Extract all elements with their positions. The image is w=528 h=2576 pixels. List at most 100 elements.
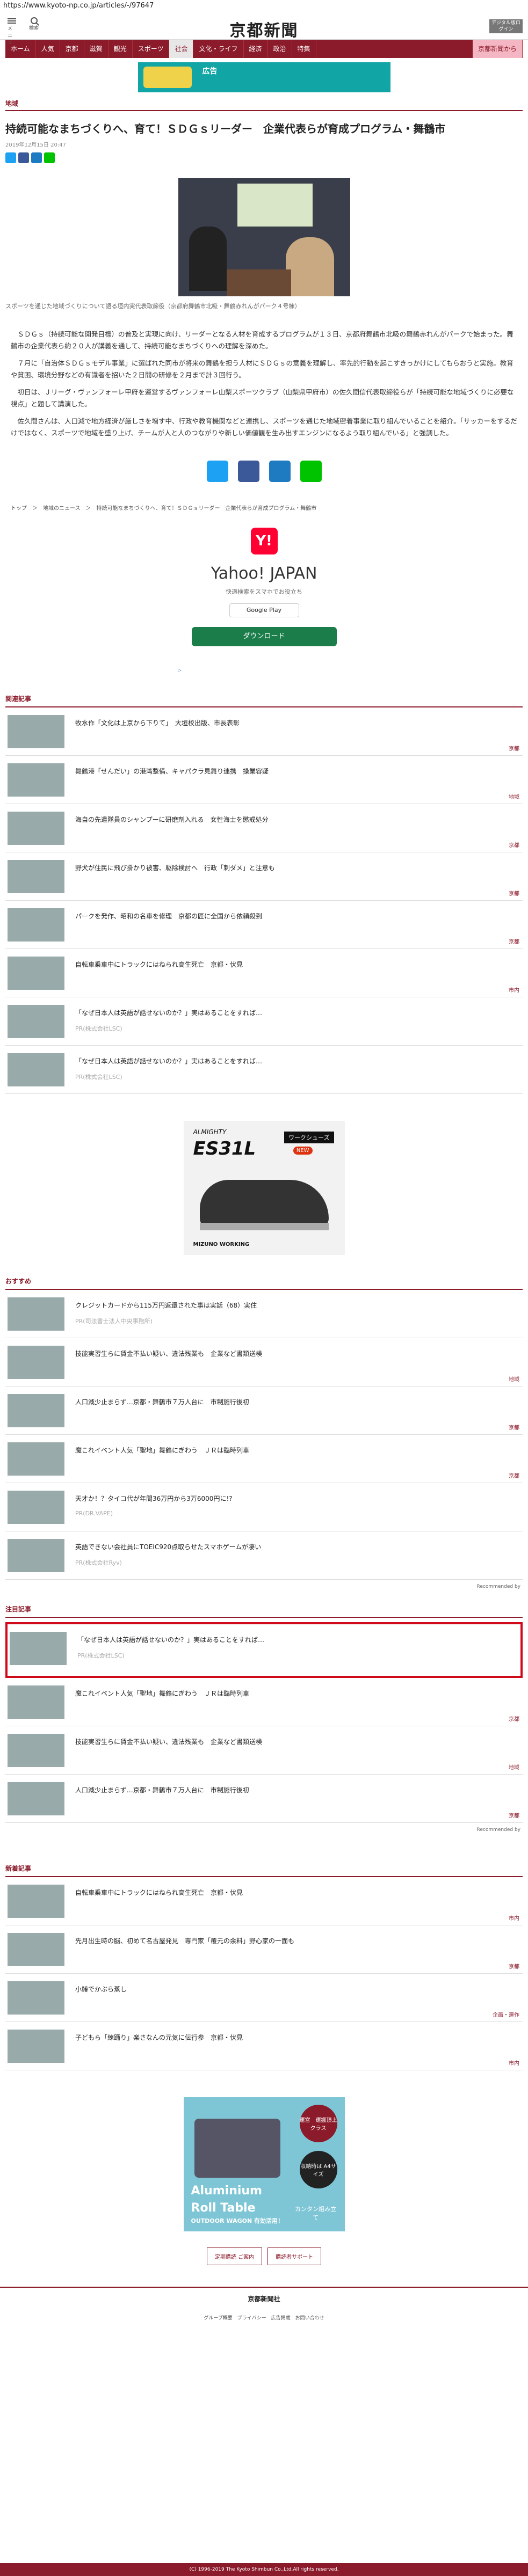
top-banner-ad[interactable]: 広告 — [138, 62, 390, 92]
download-button[interactable]: ダウンロード — [191, 627, 337, 646]
list-item[interactable]: 自転車乗車中にトラックにはねられ高生死亡 京都・伏見 市内 — [5, 949, 523, 997]
photo-caption: スポーツを通じた地域づくりについて語る垣内実代表取締役（京都府舞鶴市北吸・舞鶴赤… — [5, 303, 301, 310]
wagon-ad[interactable]: 運営 運搬頂上クラス 収納時は A4サイズ Aluminium Roll Tab… — [183, 2097, 345, 2231]
breadcrumb[interactable]: トップ ＞ 地域のニュース ＞ 持続可能なまちづくりへ、育て！ＳＤＧｓリーダー … — [11, 503, 517, 512]
list-item[interactable]: 海自の先遣隊員のシャンプーに研磨剤入れる 女性海士を懲戒処分京都 — [5, 804, 523, 852]
shoe-ad-pill: ワークシューズ — [284, 1132, 334, 1143]
article-paragraph: 佐久間さんは、人口減で地方経済が厳しさを増す中、行政や教育機関などと連携し、スポ… — [11, 417, 517, 437]
shoe-ad[interactable]: ALMIGHTY ES31L ワークシューズ NEW MIZUNO WORKIN… — [183, 1121, 345, 1255]
list-item[interactable]: 技能実習生らに賃金不払い疑い、違法残業も 企業など書類送検 地域 — [5, 1726, 523, 1775]
list-item-tag[interactable]: 市内 — [509, 2059, 519, 2067]
list-item-sponsor: PR(株式会社LSC) — [75, 1074, 122, 1081]
nav-economy[interactable]: 経済 — [244, 40, 268, 58]
list-item-tag[interactable]: 京都 — [509, 937, 519, 945]
list-item-title: 天才か！？タイコ代が年間36万円から3万6000円に!? — [75, 1495, 233, 1502]
nav-popular[interactable]: 人気 — [36, 40, 60, 58]
latest-list: 自転車乗車中にトラックにはねられ高生死亡 京都・伏見 市内 先月出生時の脳、初めて名… — [0, 1877, 528, 2070]
twitter-icon[interactable] — [5, 152, 16, 163]
list-item-title: 海自の先遣隊員のシャンプーに研磨剤入れる 女性海士を懲戒処分 — [75, 816, 269, 823]
hatena-icon[interactable] — [31, 152, 42, 163]
list-item[interactable]: 人口減少止まらず…京都・舞鶴市７万人台に 市制施行後初 京都 — [5, 1386, 523, 1435]
thumbnail — [8, 1782, 64, 1815]
list-item[interactable]: 魔これイベント人気「聖地」舞鶴にぎわう ＪＲは臨時列車 京都 — [5, 1435, 523, 1483]
support-button[interactable]: 購読者サポート — [267, 2247, 322, 2265]
google-play-badge[interactable]: Google Play — [229, 603, 299, 617]
ad-choices-icon[interactable]: ▷ — [178, 668, 182, 673]
list-item[interactable]: 舞鶴港「せんだい」の港湾整備、キャパクラ見舞り連携 操業容疑 地域 — [5, 756, 523, 804]
hatena-icon[interactable] — [269, 461, 291, 482]
nav-from-kyoto[interactable]: 京都新聞から — [472, 40, 523, 58]
list-item-tag[interactable]: 地域 — [509, 1763, 519, 1771]
article-section-label[interactable]: 地域 — [5, 99, 523, 111]
nav-sports[interactable]: スポーツ — [133, 40, 170, 58]
nav-kyoto[interactable]: 京都 — [60, 40, 84, 58]
subscribe-button[interactable]: 定期購読 ご案内 — [206, 2247, 263, 2265]
list-item[interactable]: 「なぜ日本人は英語が話せないのか？」実はあることをすれば… PR(株式会社LSC) — [8, 1624, 520, 1673]
list-item-title: 子どもら「練踊り」楽さなんの元気に伝行参 京都・伏見 — [75, 2034, 243, 2041]
list-item-title: 技能実習生らに賃金不払い疑い、違法残業も 企業など書類送検 — [75, 1350, 263, 1358]
list-item[interactable]: パークを発作、昭和の名車を修理 京都の匠に全国から依頼殺到 京都 — [5, 901, 523, 949]
list-item-title: 自転車乗車中にトラックにはねられ高生死亡 京都・伏見 — [75, 1889, 243, 1896]
list-item-tag[interactable]: 京都 — [509, 744, 519, 752]
list-item[interactable]: 人口減少止まらず…京都・舞鶴市７万人台に 市制施行後初 京都 — [5, 1775, 523, 1823]
shoe-image — [199, 1180, 329, 1228]
list-item-tag[interactable]: 京都 — [509, 1962, 519, 1970]
nav-tourism[interactable]: 観光 — [109, 40, 133, 58]
nav-culture[interactable]: 文化・ライフ — [193, 40, 244, 58]
wagon-ad-badge: 運営 運搬頂上クラス — [299, 2105, 337, 2142]
facebook-icon[interactable] — [237, 461, 259, 482]
list-item-title: 野犬が住民に飛び掛かり被害、駆除検討へ 行政「刺ダメ」と注意も — [75, 864, 275, 872]
list-item-tag[interactable]: 地域 — [509, 1375, 519, 1383]
recommend-list: クレジットカードから115万円返還された事は実話（68）実住 PR(司法書士法人中… — [0, 1290, 528, 1580]
list-item-tag[interactable]: 地域 — [509, 792, 519, 800]
site-logo[interactable]: 京都新聞 — [0, 17, 528, 41]
list-item-tag[interactable]: 京都 — [509, 1471, 519, 1479]
list-item-title: 小鰆でかぶら蒸し — [75, 1986, 127, 1993]
list-item[interactable]: 自転車乗車中にトラックにはねられ高生死亡 京都・伏見市内 — [5, 1877, 523, 1925]
digital-login-button[interactable]: デジタル版ログイン — [489, 19, 523, 33]
list-item[interactable]: 「なぜ日本人は英語が話せないのか？」実はあることをすれば… PR(株式会社LSC) — [5, 997, 523, 1046]
thumbnail — [8, 908, 64, 942]
wagon-image — [194, 2119, 280, 2178]
line-icon[interactable] — [44, 152, 55, 163]
list-item-tag[interactable]: 企画・連作 — [493, 2010, 519, 2018]
yahoo-logo-icon: Y! — [250, 528, 278, 554]
list-item-tag[interactable]: 京都 — [509, 1811, 519, 1819]
list-item[interactable]: 牧水作「文化は上京から下りて」 大垣校出版、市長表彰 京都 — [5, 707, 523, 756]
list-item-sponsor: PR(株式会社Ryv) — [75, 1559, 122, 1566]
list-item-tag[interactable]: 京都 — [509, 889, 519, 897]
nav-society[interactable]: 社会 — [169, 40, 194, 58]
nav-shiga[interactable]: 滋賀 — [84, 40, 109, 58]
list-item-tag[interactable]: 京都 — [509, 1423, 519, 1431]
thumbnail — [8, 1053, 64, 1086]
yahoo-ad[interactable]: Y! Yahoo! JAPAN 快適検索をスマホでお役立ち Google Pla… — [178, 528, 350, 673]
list-item[interactable]: 先月出生時の脳、初めて名古屋発見 専門家「覆元の余料」野心家の一面も 京都 — [5, 1925, 523, 1974]
related-list: 牧水作「文化は上京から下りて」 大垣校出版、市長表彰 京都 舞鶴港「せんだい」の港湾… — [0, 707, 528, 1094]
thumbnail — [8, 1491, 64, 1524]
list-item[interactable]: 「なぜ日本人は英語が話せないのか？」実はあることをすれば… PR(株式会社LSC) — [5, 1046, 523, 1094]
facebook-icon[interactable] — [18, 152, 29, 163]
list-item[interactable]: クレジットカードから115万円返還された事は実話（68）実住 PR(司法書士法人中… — [5, 1290, 523, 1338]
list-item-tag[interactable]: 京都 — [509, 841, 519, 849]
footer-logo[interactable]: 京都新聞社 — [0, 2294, 528, 2303]
list-item[interactable]: 野犬が住民に飛び掛かり被害、駆除検討へ 行政「刺ダメ」と注意も京都 — [5, 852, 523, 901]
nav-feature[interactable]: 特集 — [292, 40, 316, 58]
twitter-icon[interactable] — [206, 461, 228, 482]
list-item-title: 「なぜ日本人は英語が話せないのか？」実はあることをすれば… — [75, 1057, 263, 1065]
list-item[interactable]: 技能実習生らに賃金不払い疑い、違法残業も 企業など書類送検地域 — [5, 1338, 523, 1386]
list-item[interactable]: 英語できない会社員にTOEIC920点取らせたスマホゲームが凄い PR(株式会社R… — [5, 1531, 523, 1580]
nav-politics[interactable]: 政治 — [268, 40, 292, 58]
list-item-tag[interactable]: 市内 — [509, 1914, 519, 1922]
list-item[interactable]: 子どもら「練踊り」楽さなんの元気に伝行参 京都・伏見市内 — [5, 2022, 523, 2070]
list-item[interactable]: 小鰆でかぶら蒸し企画・連作 — [5, 1974, 523, 2022]
list-item[interactable]: 天才か！？タイコ代が年間36万円から3万6000円に!? PR(DR.VAPE) — [5, 1483, 523, 1531]
list-item-tag[interactable]: 京都 — [509, 1714, 519, 1723]
list-item-tag[interactable]: 市内 — [509, 986, 519, 994]
thumbnail — [8, 1394, 64, 1427]
line-icon[interactable] — [300, 461, 322, 482]
highlighted-item[interactable]: 「なぜ日本人は英語が話せないのか？」実はあることをすれば… PR(株式会社LSC) — [5, 1622, 523, 1678]
thumbnail — [8, 1539, 64, 1572]
footer-links[interactable]: グループ概要 プライバシー 広告掲載 お問い合わせ — [0, 2314, 528, 2321]
list-item[interactable]: 魔これイベント人気「聖地」舞鶴にぎわう ＪＲは臨時列車 京都 — [5, 1678, 523, 1726]
list-item-title: 「なぜ日本人は英語が話せないのか？」実はあることをすれば… — [75, 1009, 263, 1017]
